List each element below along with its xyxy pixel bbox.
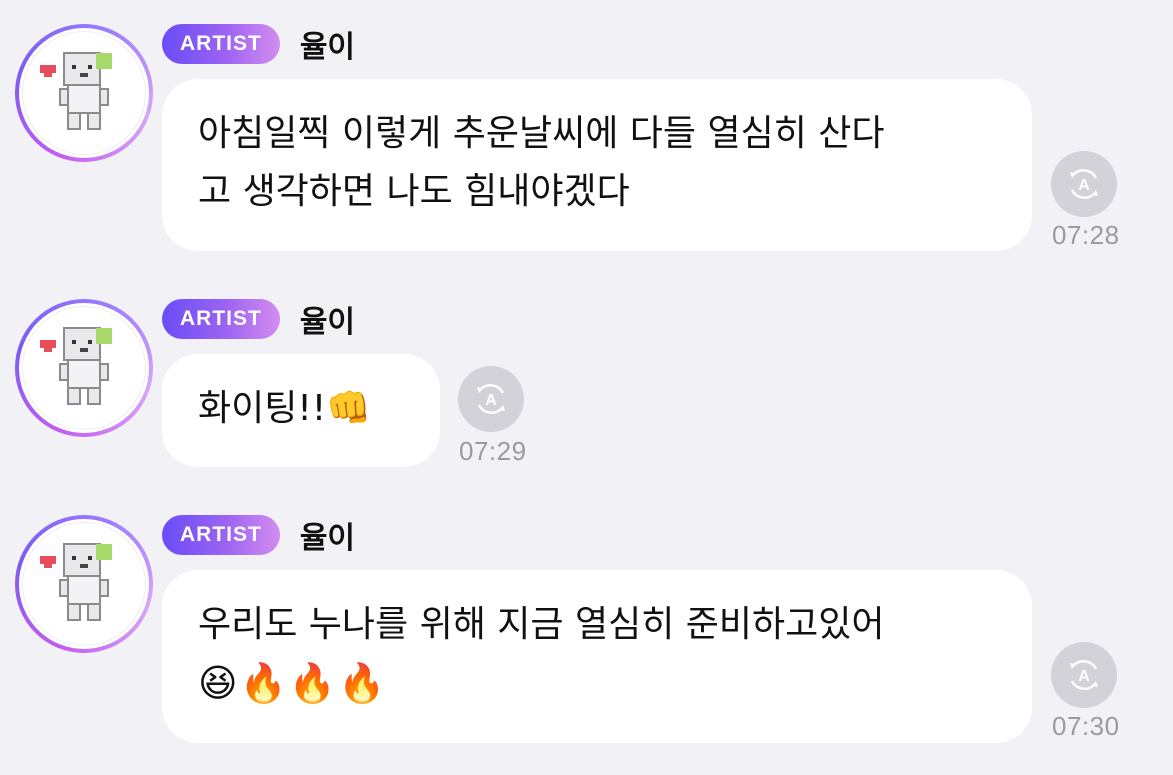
translate-button[interactable]: A (1051, 151, 1117, 217)
message-bubble[interactable]: 아침일찍 이렇게 추운날씨에 다들 열심히 산다 고 생각하면 나도 힘내야겠다 (162, 79, 1032, 251)
translate-icon: A (1070, 169, 1098, 199)
translate-icon: A (477, 384, 505, 414)
message-bubble[interactable]: 화이팅!!👊 (162, 354, 440, 467)
message-text-line: 아침일찍 이렇게 추운날씨에 다들 열심히 산다 (198, 113, 885, 154)
message-text-line: 우리도 누나를 위해 지금 열심히 준비하고있어 (198, 604, 885, 645)
artist-badge: ARTIST (162, 24, 280, 64)
message-header: ARTIST 율이 (162, 22, 355, 66)
message-header: ARTIST 율이 (162, 297, 355, 341)
chat-thread: ARTIST 율이 아침일찍 이렇게 추운날씨에 다들 열심히 산다 고 생각하… (0, 0, 1173, 775)
message-text-line: 화이팅!!👊 (198, 388, 372, 429)
translate-button[interactable]: A (1051, 642, 1117, 708)
message-bubble[interactable]: 우리도 누나를 위해 지금 열심히 준비하고있어 😆🔥🔥🔥 (162, 570, 1032, 743)
message-time: 07:30 (1052, 711, 1120, 741)
artist-badge: ARTIST (162, 515, 280, 555)
sender-name[interactable]: 율이 (300, 22, 355, 66)
translate-button[interactable]: A (458, 366, 524, 432)
sender-name[interactable]: 율이 (300, 513, 355, 557)
message-time: 07:28 (1052, 220, 1120, 250)
translate-icon: A (1070, 660, 1098, 690)
pixel-puppy-icon (40, 543, 112, 621)
message-time: 07:29 (459, 436, 527, 466)
pixel-puppy-icon (40, 52, 112, 130)
sender-name[interactable]: 율이 (300, 297, 355, 341)
avatar[interactable] (15, 299, 153, 437)
svg-text:A: A (485, 392, 497, 409)
artist-badge: ARTIST (162, 299, 280, 339)
avatar[interactable] (15, 515, 153, 653)
pixel-puppy-icon (40, 327, 112, 405)
svg-text:A: A (1078, 177, 1090, 194)
message-emoji-line: 😆🔥🔥🔥 (198, 661, 388, 705)
svg-text:A: A (1078, 668, 1090, 685)
message-header: ARTIST 율이 (162, 513, 355, 557)
avatar[interactable] (15, 24, 153, 162)
message-text-line: 고 생각하면 나도 힘내야겠다 (198, 171, 630, 212)
